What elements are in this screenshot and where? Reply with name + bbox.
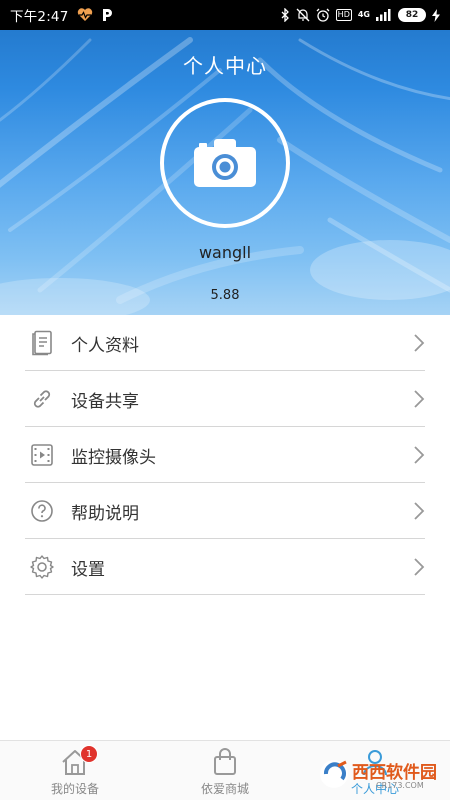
menu-item-settings[interactable]: 设置 <box>0 539 450 595</box>
chevron-right-icon <box>414 334 425 352</box>
page-title: 个人中心 <box>183 54 267 78</box>
help-icon <box>28 497 56 525</box>
battery-indicator: 82 <box>398 8 426 22</box>
shopping-bag-icon <box>210 747 240 777</box>
notification-badge: 1 <box>80 745 98 763</box>
watermark-subtext: CR173.COM <box>376 781 424 790</box>
menu-item-label: 帮助说明 <box>71 503 139 524</box>
home-icon: 1 <box>60 745 98 777</box>
signal-icon <box>376 9 392 21</box>
film-icon <box>28 441 56 469</box>
gear-icon <box>28 553 56 581</box>
avatar[interactable] <box>160 98 290 228</box>
watermark: 西西软件园 CR173.COM <box>318 748 450 800</box>
battery-level: 82 <box>405 10 419 20</box>
chevron-right-icon <box>414 446 425 464</box>
chevron-right-icon <box>414 502 425 520</box>
app-version: 5.88 <box>210 288 240 303</box>
profile-header: 个人中心 wangll 5.88 <box>0 0 450 315</box>
heart-rate-icon <box>77 8 93 22</box>
menu-item-label: 个人资料 <box>71 335 139 356</box>
watermark-text: 西西软件园 <box>352 763 437 783</box>
tab-label: 依爱商城 <box>200 782 249 796</box>
camera-icon <box>194 139 256 187</box>
link-icon <box>28 385 56 413</box>
menu-item-label: 设备共享 <box>71 391 139 412</box>
tab-shop[interactable]: 依爱商城 <box>150 741 300 800</box>
chevron-right-icon <box>414 558 425 576</box>
menu-item-device-sharing[interactable]: 设备共享 <box>0 371 450 427</box>
tab-my-devices[interactable]: 1 我的设备 <box>0 741 150 800</box>
status-bar: 下午2:47 HD 4G 82 <box>0 0 450 30</box>
chevron-right-icon <box>414 390 425 408</box>
menu-item-label: 设置 <box>71 559 105 580</box>
tab-label: 我的设备 <box>50 782 99 796</box>
document-icon <box>28 329 56 357</box>
network-type: 4G <box>357 10 370 19</box>
menu-item-label: 监控摄像头 <box>71 447 156 468</box>
mute-bell-icon <box>296 8 310 22</box>
username: wangll <box>198 243 252 262</box>
charging-icon <box>432 8 440 22</box>
alarm-icon <box>316 8 330 22</box>
menu-item-help[interactable]: 帮助说明 <box>0 483 450 539</box>
menu-item-monitoring-camera[interactable]: 监控摄像头 <box>0 427 450 483</box>
profile-menu: 个人资料 设备共享 监控摄像头 帮助说明 设置 <box>0 315 450 595</box>
hd-indicator: HD <box>335 9 352 21</box>
status-time: 下午2:47 <box>10 9 69 25</box>
menu-item-personal-info[interactable]: 个人资料 <box>0 315 450 371</box>
parking-icon <box>101 8 113 22</box>
bluetooth-icon <box>281 8 290 22</box>
